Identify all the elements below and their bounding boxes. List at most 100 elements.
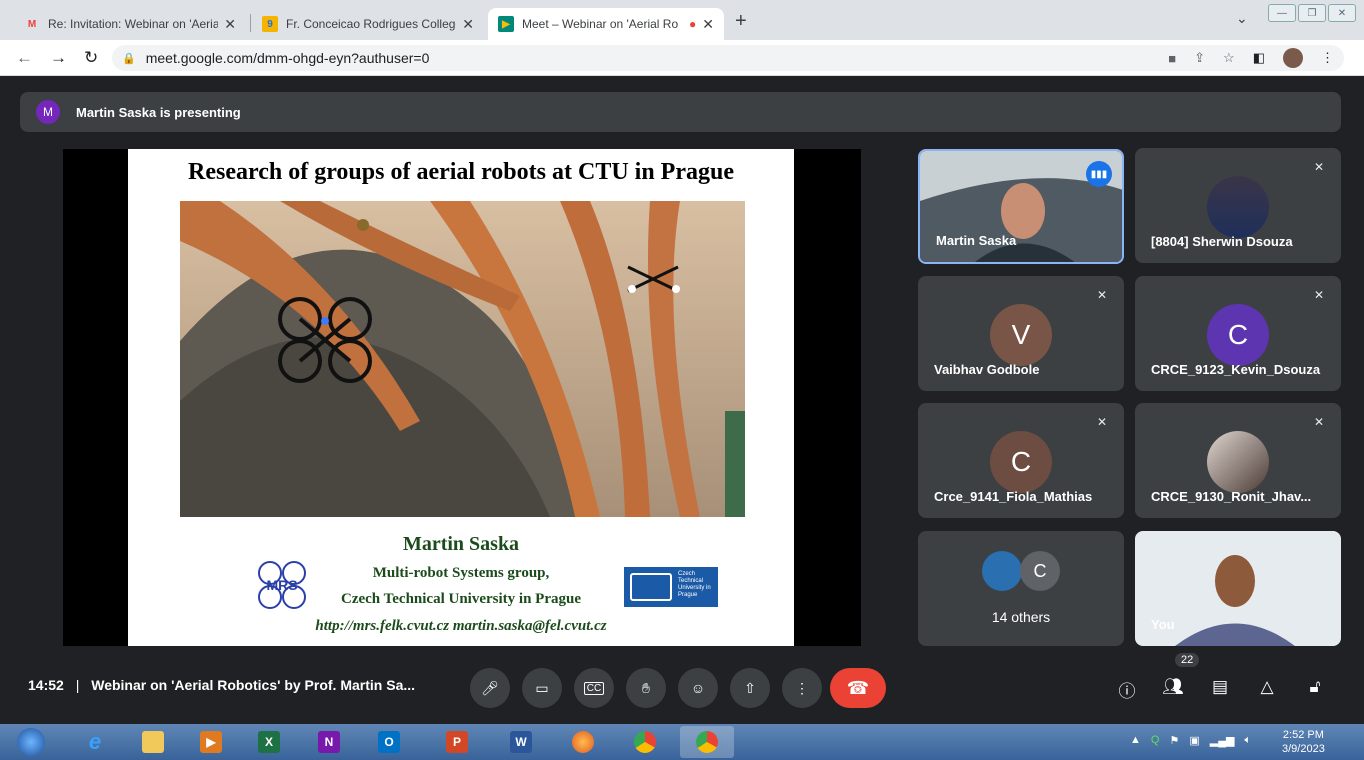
taskbar-explorer[interactable] xyxy=(126,726,180,758)
volume-icon[interactable]: 🔈︎ xyxy=(1244,734,1251,747)
leave-call-button[interactable]: ☎︎ xyxy=(830,668,886,708)
participant-avatar-photo xyxy=(1207,176,1269,238)
speaking-indicator-icon: ▮▮▮ xyxy=(1086,161,1112,187)
word-icon: W xyxy=(510,731,532,753)
raise-hand-button[interactable]: ✋︎ xyxy=(626,668,666,708)
internet-explorer-icon: e xyxy=(88,729,102,754)
participant-tile-ronit[interactable]: ✕ CRCE_9130_Ronit_Jhav... xyxy=(1135,403,1341,518)
emoji-icon: ☺ xyxy=(690,680,706,696)
maximize-icon[interactable]: ❐ xyxy=(1298,4,1326,22)
bookmark-star-icon[interactable]: ☆ xyxy=(1223,50,1235,66)
omnibox-actions: ■ ⇪ ☆ ◧ ⋮ xyxy=(1168,45,1334,71)
taskbar-powerpoint[interactable]: P xyxy=(430,726,484,758)
flag-icon[interactable]: ⚑ xyxy=(1169,734,1179,747)
taskbar-chrome-active[interactable] xyxy=(680,726,734,758)
taskbar-outlook[interactable]: O xyxy=(362,726,416,758)
close-tab-icon[interactable]: ✕ xyxy=(224,16,236,33)
tray-device-icon[interactable]: ▣ xyxy=(1189,734,1199,747)
taskbar-media[interactable]: ▶ xyxy=(184,726,238,758)
present-button[interactable]: ⇧ xyxy=(730,668,770,708)
meet-control-bar: 14:52 | Webinar on 'Aerial Robotics' by … xyxy=(0,651,1364,723)
captions-button[interactable]: CC xyxy=(574,668,614,708)
profile-avatar-icon[interactable] xyxy=(1283,48,1303,68)
participant-name: Crce_9141_Fiola_Mathias xyxy=(934,489,1093,504)
participant-tile-kevin[interactable]: ✕ C CRCE_9123_Kevin_Dsouza xyxy=(1135,276,1341,391)
activities-icon[interactable]: △ xyxy=(1256,677,1278,697)
mic-muted-icon: ✕ xyxy=(1313,160,1325,174)
forward-icon[interactable]: → xyxy=(50,48,67,68)
minimize-icon[interactable]: — xyxy=(1268,4,1296,22)
participant-tile-others[interactable]: C 14 others xyxy=(918,531,1124,646)
ctu-logo-text: Czech Technical University in Prague xyxy=(678,571,711,598)
taskbar-firefox[interactable] xyxy=(556,726,610,758)
camera-icon[interactable]: ■ xyxy=(1168,51,1176,66)
tab-title: Re: Invitation: Webinar on 'Aerial xyxy=(48,17,219,31)
taskbar-chrome[interactable] xyxy=(618,726,672,758)
share-icon[interactable]: ⇪ xyxy=(1194,50,1205,66)
tray-app-icon[interactable]: Q xyxy=(1151,734,1160,747)
tab-college[interactable]: 9 Fr. Conceicao Rodrigues College ✕ xyxy=(252,8,484,40)
participant-name: [8804] Sherwin Dsouza xyxy=(1151,234,1293,249)
participant-tile-martin[interactable]: ▮▮▮ Martin Saska xyxy=(918,149,1124,264)
url-text: meet.google.com/dmm-ohgd-eyn?authuser=0 xyxy=(145,50,430,66)
start-button[interactable] xyxy=(4,726,58,758)
info-icon[interactable]: ⓘ xyxy=(1116,677,1138,702)
mic-muted-icon: ✕ xyxy=(1096,288,1108,302)
presenting-bar: M Martin Saska is presenting xyxy=(20,92,1341,132)
participant-name: Martin Saska xyxy=(936,233,1017,248)
chrome-icon xyxy=(634,731,656,753)
host-controls-icon[interactable]: 🔓︎ xyxy=(1304,677,1326,697)
slide-photo xyxy=(180,201,745,517)
participant-count-badge: 22 xyxy=(1175,653,1200,667)
tab-separator xyxy=(250,14,251,32)
new-tab-icon[interactable]: + xyxy=(735,10,747,33)
browser-tab-bar: M Re: Invitation: Webinar on 'Aerial ✕ 9… xyxy=(0,0,1364,40)
sidepanel-icon[interactable]: ◧ xyxy=(1253,50,1265,66)
more-menu-icon[interactable]: ⋮ xyxy=(1321,50,1334,66)
participant-tile-fiola[interactable]: ✕ C Crce_9141_Fiola_Mathias xyxy=(918,403,1124,518)
more-vert-icon: ⋮ xyxy=(795,679,809,696)
chrome-icon xyxy=(696,731,718,753)
slide: Research of groups of aerial robots at C… xyxy=(128,149,794,646)
participant-name: CRCE_9130_Ronit_Jhav... xyxy=(1151,489,1312,504)
close-tab-icon[interactable]: ✕ xyxy=(702,16,714,33)
mrs-logo: MRS xyxy=(256,559,308,611)
taskbar-word[interactable]: W xyxy=(494,726,548,758)
mic-button[interactable]: 🎤︎ xyxy=(470,668,510,708)
participant-tile-you[interactable]: You xyxy=(1135,531,1341,646)
taskbar-excel[interactable]: X xyxy=(242,726,296,758)
camera-button[interactable]: ▭ xyxy=(522,668,562,708)
taskbar-onenote[interactable]: N xyxy=(302,726,356,758)
close-tab-icon[interactable]: ✕ xyxy=(462,16,474,33)
participant-avatar: V xyxy=(990,304,1052,366)
tab-gmail[interactable]: M Re: Invitation: Webinar on 'Aerial ✕ xyxy=(14,8,246,40)
address-bar[interactable]: 🔒 meet.google.com/dmm-ohgd-eyn?authuser=… xyxy=(112,45,1344,71)
meeting-info: 14:52 | Webinar on 'Aerial Robotics' by … xyxy=(28,677,415,693)
meeting-time: 14:52 xyxy=(28,677,64,693)
others-avatar-photo xyxy=(982,551,1022,591)
reactions-button[interactable]: ☺ xyxy=(678,668,718,708)
chat-icon[interactable]: ▤ xyxy=(1209,677,1231,697)
taskbar-time: 2:52 PM xyxy=(1282,729,1324,741)
chevron-down-icon[interactable]: ⌄ xyxy=(1236,10,1248,27)
mic-muted-icon: ✕ xyxy=(1313,288,1325,302)
more-options-button[interactable]: ⋮ xyxy=(782,668,822,708)
participant-tile-vaibhav[interactable]: ✕ V Vaibhav Godbole xyxy=(918,276,1124,391)
tray-expand-icon[interactable]: ▲ xyxy=(1130,734,1141,747)
presentation-stage[interactable]: Research of groups of aerial robots at C… xyxy=(63,149,861,646)
reload-icon[interactable]: ↻ xyxy=(84,48,98,68)
tab-meet[interactable]: ▶ Meet – Webinar on 'Aerial Ro ● ✕ xyxy=(488,8,724,40)
participant-avatar-photo xyxy=(1207,431,1269,493)
firefox-icon xyxy=(572,731,594,753)
slide-links: http://mrs.felk.cvut.cz martin.saska@fel… xyxy=(315,618,607,634)
back-icon[interactable]: ← xyxy=(16,48,33,68)
participant-avatar: C xyxy=(1207,304,1269,366)
folder-icon xyxy=(142,731,164,753)
taskbar-clock[interactable]: 2:52 PM 3/9/2023 xyxy=(1282,728,1325,756)
network-icon[interactable]: ▂▄▆ xyxy=(1210,734,1235,747)
taskbar-ie[interactable]: e xyxy=(68,726,122,758)
onenote-icon: N xyxy=(318,731,340,753)
people-icon[interactable]: 👥︎ xyxy=(1162,677,1184,697)
close-window-icon[interactable]: ✕ xyxy=(1328,4,1356,22)
participant-tile-sherwin[interactable]: ✕ [8804] Sherwin Dsouza xyxy=(1135,148,1341,263)
